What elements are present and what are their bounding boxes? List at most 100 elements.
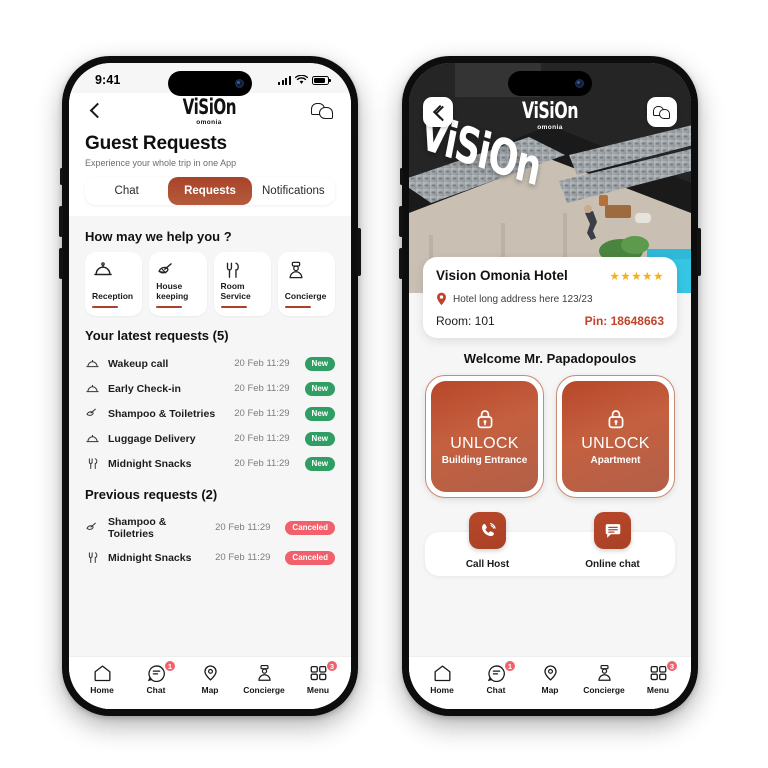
- status-badge: New: [304, 381, 335, 396]
- status-badge: New: [304, 356, 335, 371]
- tabbar-label: Home: [430, 685, 454, 695]
- tabbar-item-home[interactable]: Home: [79, 664, 125, 695]
- contact-section: Call Host Online chat: [425, 512, 675, 576]
- back-button[interactable]: [423, 97, 453, 127]
- request-time: 20 Feb 11:29: [234, 458, 290, 469]
- tabbar-item-concierge[interactable]: Concierge: [581, 664, 627, 695]
- call-host-button[interactable]: Call Host: [440, 512, 536, 570]
- request-time: 20 Feb 11:29: [215, 522, 271, 533]
- hotel-room-row: Room: 101 Pin: 18648663: [436, 314, 664, 328]
- hotel-info-top: Vision Omonia Hotel ★★★★★: [436, 268, 664, 283]
- tabbar-item-concierge[interactable]: Concierge: [241, 664, 287, 695]
- request-row[interactable]: Early Check-in 20 Feb 11:29 New: [85, 376, 335, 401]
- map-pin-icon: [203, 665, 217, 681]
- service-label: House keeping: [156, 281, 189, 302]
- bottom-tabbar-right: Home 1 Chat Map Concierge 3 Menu: [409, 656, 691, 709]
- volume-up-button[interactable]: [399, 206, 403, 237]
- broom-icon: [158, 263, 173, 274]
- unlock-button-row: UNLOCK Building Entrance UNLOCK Apartmen…: [409, 375, 691, 498]
- request-row[interactable]: Wakeup call 20 Feb 11:29 New: [85, 351, 335, 376]
- unlock-building-entrance-button[interactable]: UNLOCK Building Entrance: [431, 381, 538, 492]
- request-time: 20 Feb 11:29: [234, 408, 290, 419]
- tabbar-item-chat[interactable]: 1 Chat: [133, 660, 179, 695]
- silence-switch[interactable]: [60, 168, 63, 185]
- dynamic-island: [508, 71, 592, 96]
- previous-requests-heading: Previous requests (2): [85, 487, 218, 502]
- volume-up-button[interactable]: [59, 206, 63, 237]
- status-indicators: [278, 75, 331, 85]
- phone-left: 9:41 ViSiOn omonia Guest Requests Experi…: [59, 56, 361, 716]
- chat-bubbles-icon[interactable]: [647, 97, 677, 127]
- request-row[interactable]: Shampoo & Toiletries 20 Feb 11:29 New: [85, 401, 335, 426]
- concierge-person-icon: [289, 261, 303, 279]
- online-chat-button[interactable]: Online chat: [565, 512, 661, 570]
- silence-switch[interactable]: [400, 168, 403, 185]
- unlock-target-label: Building Entrance: [441, 454, 528, 466]
- location-pin-icon: [437, 292, 446, 306]
- right-screen: ViSiOn ViSiOn omonia Vision Omonia Hotel…: [409, 63, 691, 709]
- back-button[interactable]: [85, 101, 107, 123]
- fork-knife-icon: [226, 262, 239, 278]
- unlock-target-label: Apartment: [590, 454, 641, 466]
- phone-right: ViSiOn ViSiOn omonia Vision Omonia Hotel…: [399, 56, 701, 716]
- tab-notifications[interactable]: Notifications: [252, 177, 335, 205]
- request-name: Midnight Snacks: [108, 551, 192, 564]
- volume-down-button[interactable]: [399, 248, 403, 279]
- request-row[interactable]: Midnight Snacks 20 Feb 11:29 Canceled: [85, 545, 335, 570]
- concierge-person-icon: [597, 664, 611, 681]
- tabbar-item-home[interactable]: Home: [419, 664, 465, 695]
- broom-icon: [86, 408, 96, 416]
- volume-down-button[interactable]: [59, 248, 63, 279]
- hotel-address-row: Hotel long address here 123/23: [436, 292, 664, 306]
- service-card-housekeeping[interactable]: House keeping: [149, 252, 207, 316]
- star-rating: ★★★★★: [609, 270, 664, 283]
- nav-row: ViSiOn omonia: [85, 93, 335, 131]
- chat-message-icon: [594, 512, 631, 549]
- request-row[interactable]: Midnight Snacks 20 Feb 11:29 New: [85, 451, 335, 476]
- grid-menu-icon: [650, 665, 666, 681]
- contact-label: Call Host: [465, 559, 510, 570]
- request-time: 20 Feb 11:29: [234, 383, 290, 394]
- grid-menu-icon: [310, 665, 326, 681]
- tabbar-item-chat[interactable]: 1 Chat: [473, 660, 519, 695]
- power-button[interactable]: [357, 228, 361, 276]
- tabbar-item-map[interactable]: Map: [527, 664, 573, 695]
- request-row[interactable]: Shampoo & Toiletries 20 Feb 11:29 Cancel…: [85, 510, 335, 545]
- tabbar-item-menu[interactable]: 3 Menu: [635, 660, 681, 695]
- home-icon: [434, 665, 450, 682]
- tabbar-label: Map: [541, 685, 559, 695]
- unlock-apartment-button[interactable]: UNLOCK Apartment: [562, 381, 669, 492]
- contact-row: Call Host Online chat: [425, 512, 675, 570]
- fork-knife-icon: [88, 552, 98, 563]
- wifi-icon: [295, 75, 308, 84]
- welcome-message: Welcome Mr. Papadopoulos: [463, 351, 637, 366]
- hotel-address: Hotel long address here 123/23: [453, 293, 593, 305]
- tab-requests[interactable]: Requests: [168, 177, 252, 205]
- request-name: Early Check-in: [108, 382, 181, 395]
- request-name: Luggage Delivery: [108, 432, 196, 445]
- tabbar-badge: 1: [504, 660, 516, 672]
- service-card-reception[interactable]: Reception: [85, 252, 143, 316]
- request-row[interactable]: Luggage Delivery 20 Feb 11:29 New: [85, 426, 335, 451]
- dynamic-island: [168, 71, 252, 96]
- room-number: Room: 101: [436, 314, 495, 328]
- power-button[interactable]: [697, 228, 701, 276]
- service-card-row: Reception House keeping Room Service Con…: [85, 252, 335, 316]
- tab-chat[interactable]: Chat: [85, 177, 168, 205]
- service-label: Reception: [92, 291, 134, 302]
- request-name: Shampoo & Toiletries: [108, 407, 216, 420]
- service-bell-icon: [86, 359, 99, 368]
- service-card-concierge[interactable]: Concierge: [277, 252, 335, 316]
- left-header: ViSiOn omonia Guest Requests Experience …: [69, 93, 351, 216]
- service-label: Room Service: [220, 281, 251, 302]
- request-name: Wakeup call: [108, 357, 169, 370]
- tabbar-item-map[interactable]: Map: [187, 664, 233, 695]
- fork-knife-icon: [88, 458, 98, 469]
- hotel-name: Vision Omonia Hotel: [436, 268, 568, 283]
- service-card-roomservice[interactable]: Room Service: [213, 252, 271, 316]
- tabbar-item-menu[interactable]: 3 Menu: [295, 660, 341, 695]
- latest-requests-list: Wakeup call 20 Feb 11:29 New Early Check…: [85, 351, 335, 476]
- status-badge: New: [304, 431, 335, 446]
- tabbar-label: Home: [90, 685, 114, 695]
- chat-bubbles-icon[interactable]: [311, 101, 335, 123]
